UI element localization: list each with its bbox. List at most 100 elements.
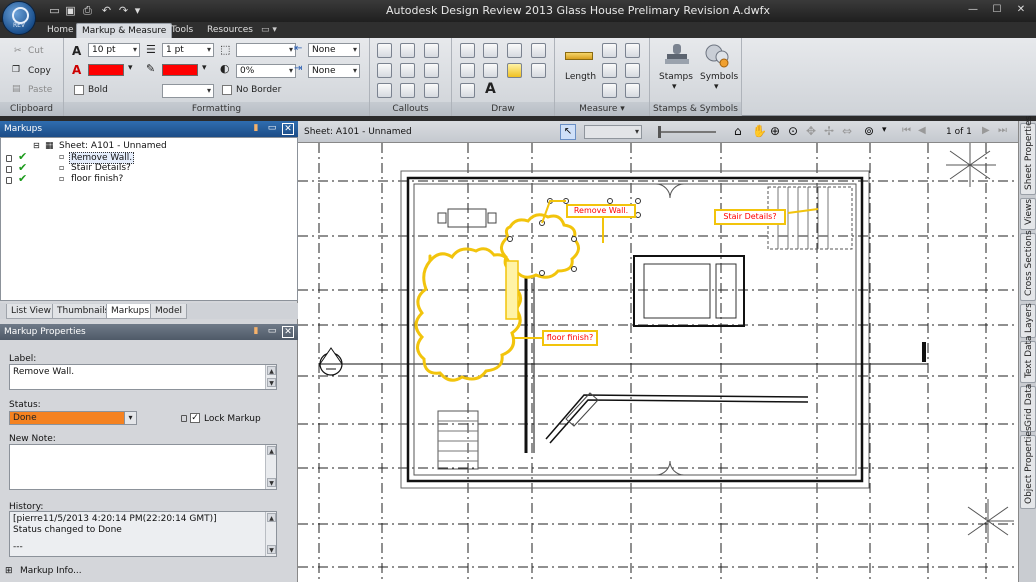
paste-button[interactable]: Paste xyxy=(28,85,52,95)
close-window-icon[interactable]: ✕ xyxy=(1010,2,1032,18)
tree-expand-icon[interactable]: ⊟ xyxy=(33,141,40,150)
markup-info-link[interactable]: Markup Info... xyxy=(20,566,82,576)
font-size-select[interactable]: 10 pt xyxy=(88,43,140,57)
symbols-dropdown-icon[interactable]: ▾ xyxy=(714,82,719,92)
arrow-start-select[interactable]: None xyxy=(308,43,360,57)
line-weight-select[interactable]: 1 pt xyxy=(162,43,214,57)
navigation-dropdown-icon[interactable]: ▾ xyxy=(882,125,887,135)
ribbon-options-icon[interactable]: ▭ ▾ xyxy=(256,23,282,38)
lock-icon[interactable] xyxy=(6,155,12,162)
line-style-select[interactable] xyxy=(162,84,214,98)
note-scrollbar[interactable]: ▲ ▼ xyxy=(265,445,276,489)
font-color-swatch[interactable] xyxy=(88,64,124,76)
tab-layers[interactable]: Layers xyxy=(1020,303,1036,338)
maximize-icon[interactable]: ☐ xyxy=(986,2,1008,18)
callout-line-icon[interactable] xyxy=(377,83,392,98)
callout-polygon-icon[interactable] xyxy=(377,63,392,78)
properties-options-icon[interactable]: ▮ xyxy=(250,326,262,338)
measure-area-icon[interactable] xyxy=(602,43,617,58)
callout-floor-finish[interactable]: floor finish? xyxy=(542,330,598,346)
status-dropdown-icon[interactable]: ▾ xyxy=(124,412,136,424)
steering-wheel-icon[interactable]: ⊚ xyxy=(864,124,874,138)
properties-pin-icon[interactable]: ▭ xyxy=(266,326,278,338)
panel-pin-icon[interactable]: ▭ xyxy=(266,123,278,135)
measure-group-label[interactable]: Measure ▾ xyxy=(555,102,649,116)
stamp-icon[interactable] xyxy=(662,42,692,70)
zoom-icon[interactable]: ⊕ xyxy=(770,124,780,138)
properties-close-icon[interactable]: ✕ xyxy=(282,326,294,338)
draw-rectangle-icon[interactable] xyxy=(483,43,498,58)
tab-markups[interactable]: Markups xyxy=(106,304,155,319)
cut-button[interactable]: Cut xyxy=(28,46,44,56)
orbit-icon[interactable]: ✥ xyxy=(806,124,816,138)
scroll-up-icon[interactable]: ▲ xyxy=(267,366,276,375)
callout-text-icon[interactable] xyxy=(424,63,439,78)
pan-icon[interactable]: ✋ xyxy=(752,124,767,138)
tab-thumbnails[interactable]: Thumbnails xyxy=(52,304,115,319)
measure-distance-icon[interactable] xyxy=(625,63,640,78)
status-select[interactable]: Done ▾ xyxy=(9,411,137,425)
select-tool-icon[interactable]: ↖ xyxy=(560,124,576,140)
scroll-up-icon[interactable]: ▲ xyxy=(267,446,276,455)
callout-arrow-icon[interactable] xyxy=(400,83,415,98)
length-button[interactable]: Length xyxy=(565,72,596,82)
callout-stair-details[interactable]: Stair Details? xyxy=(714,209,786,225)
callout-rectangle-icon[interactable] xyxy=(377,43,392,58)
last-page-icon[interactable]: ⏭ xyxy=(998,125,1007,136)
next-page-icon[interactable]: ▶ xyxy=(982,125,990,136)
history-scrollbar[interactable]: ▲ ▼ xyxy=(265,512,276,556)
panel-close-icon[interactable]: ✕ xyxy=(282,123,294,135)
callout-cloud-icon[interactable] xyxy=(400,43,415,58)
arrow-end-select[interactable]: None xyxy=(308,64,360,78)
tab-object-properties[interactable]: Object Properties xyxy=(1020,426,1036,509)
scroll-down-icon[interactable]: ▼ xyxy=(267,545,276,554)
lock-icon[interactable] xyxy=(6,166,12,173)
stamps-button[interactable]: Stamps xyxy=(659,72,693,82)
tab-markup-measure[interactable]: Markup & Measure xyxy=(76,23,173,38)
zoom-window-icon[interactable]: ⊙ xyxy=(788,124,798,138)
measure-position-icon[interactable] xyxy=(625,83,640,98)
draw-shape-icon[interactable] xyxy=(531,43,546,58)
home-view-icon[interactable]: ⌂ xyxy=(734,124,742,138)
draw-line-icon[interactable] xyxy=(460,43,475,58)
tab-views[interactable]: Views xyxy=(1020,198,1036,230)
copy-button[interactable]: Copy xyxy=(28,66,51,76)
scroll-down-icon[interactable]: ▼ xyxy=(267,478,276,487)
tab-resources[interactable]: Resources xyxy=(202,23,258,38)
callout-remove-wall[interactable]: Remove Wall. xyxy=(566,204,636,218)
draw-freehand-icon[interactable] xyxy=(460,83,475,98)
measure-perimeter-icon[interactable] xyxy=(625,43,640,58)
tab-sheet-properties[interactable]: Sheet Properties xyxy=(1020,116,1036,195)
zoom-slider[interactable] xyxy=(658,131,716,133)
transparency-select[interactable]: 0% xyxy=(236,64,296,78)
tree-markup-stair-details[interactable]: Stair Details? xyxy=(71,163,131,173)
label-scrollbar[interactable]: ▲ ▼ xyxy=(265,365,276,389)
lock-icon[interactable] xyxy=(6,177,12,184)
application-menu-button[interactable]: REV xyxy=(2,1,36,35)
zoom-slider-handle[interactable] xyxy=(658,126,661,138)
font-color-dropdown-icon[interactable]: ▾ xyxy=(128,63,133,73)
draw-cloud-icon[interactable] xyxy=(483,63,498,78)
walk-icon[interactable]: ✢ xyxy=(824,124,834,138)
history-field[interactable]: [pierre11/5/2013 4:20:14 PM(22:20:14 GMT… xyxy=(9,511,277,557)
tab-home[interactable]: Home xyxy=(42,23,79,38)
callout-note-icon[interactable] xyxy=(424,83,439,98)
previous-page-icon[interactable]: ◀ xyxy=(918,125,926,136)
markup-info-expand-icon[interactable]: ⊞ xyxy=(5,566,13,576)
tab-text-data[interactable]: Text Data xyxy=(1020,335,1036,383)
draw-highlight-icon[interactable] xyxy=(507,63,522,78)
label-field[interactable]: Remove Wall. ▲ ▼ xyxy=(9,364,277,390)
no-border-checkbox[interactable] xyxy=(222,85,232,95)
draw-region-icon[interactable] xyxy=(531,63,546,78)
tab-list-view[interactable]: List View xyxy=(6,304,56,319)
line-color-dropdown-icon[interactable]: ▾ xyxy=(202,63,207,73)
callout-freehand-icon[interactable] xyxy=(400,63,415,78)
scroll-down-icon[interactable]: ▼ xyxy=(267,378,276,387)
minimize-icon[interactable]: — xyxy=(962,2,984,18)
scroll-up-icon[interactable]: ▲ xyxy=(267,513,276,522)
line-color-swatch[interactable] xyxy=(162,64,198,76)
symbols-button[interactable]: Symbols xyxy=(700,72,738,82)
bold-checkbox[interactable] xyxy=(74,85,84,95)
view-combo[interactable] xyxy=(584,125,642,139)
measure-radius-icon[interactable] xyxy=(602,83,617,98)
